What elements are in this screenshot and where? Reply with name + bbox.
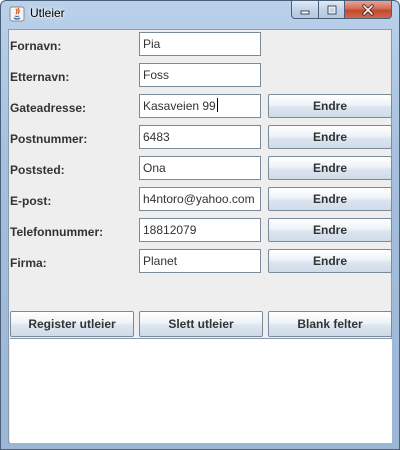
telefonnummer-field[interactable]: 18812079 [139, 218, 261, 242]
gateadresse-value: Kasaveien 99 [143, 99, 216, 113]
register-utleier-button[interactable]: Register utleier [10, 311, 134, 337]
close-button[interactable] [344, 1, 392, 19]
edit-postnummer-button[interactable]: Endre [268, 125, 392, 149]
edit-firma-button[interactable]: Endre [268, 249, 392, 273]
label-fornavn: Fornavn: [10, 39, 62, 53]
edit-poststed-button[interactable]: Endre [268, 156, 392, 180]
text-caret [216, 98, 218, 112]
close-icon [362, 3, 374, 16]
label-postnummer: Postnummer: [10, 132, 88, 146]
postnummer-field[interactable]: 6483 [139, 125, 261, 149]
maximize-button[interactable] [318, 1, 345, 19]
edit-telefonnummer-button[interactable]: Endre [268, 218, 392, 242]
label-gateadresse: Gateadresse: [10, 101, 87, 115]
gateadresse-field[interactable]: Kasaveien 99 [139, 94, 261, 118]
title-bar[interactable]: Utleier [1, 1, 399, 27]
edit-epost-button[interactable]: Endre [268, 187, 392, 211]
fornavn-field[interactable]: Pia [139, 32, 261, 56]
minimize-button[interactable] [291, 1, 319, 19]
label-firma: Firma: [10, 256, 47, 270]
maximize-icon [327, 5, 336, 14]
java-app-icon [9, 6, 25, 22]
label-etternavn: Etternavn: [10, 70, 70, 84]
blank-felter-button[interactable]: Blank felter [268, 311, 392, 337]
minimize-icon [300, 10, 310, 14]
slett-utleier-button[interactable]: Slett utleier [139, 311, 263, 337]
label-poststed: Poststed: [10, 163, 65, 177]
firma-field[interactable]: Planet [139, 249, 261, 273]
label-telefonnummer: Telefonnummer: [10, 225, 104, 239]
etternavn-field[interactable]: Foss [139, 63, 261, 87]
form-panel: Fornavn: Pia Etternavn: Foss Gateadresse… [8, 29, 392, 443]
window-title: Utleier [30, 6, 65, 20]
application-window: Utleier Fornavn: Pia Etternavn: Foss Gat… [0, 0, 400, 450]
output-text-area[interactable] [10, 338, 392, 443]
poststed-field[interactable]: Ona [139, 156, 261, 180]
label-epost: E-post: [10, 194, 52, 208]
edit-gateadresse-button[interactable]: Endre [268, 94, 392, 118]
epost-field[interactable]: h4ntoro@yahoo.com [139, 187, 261, 211]
